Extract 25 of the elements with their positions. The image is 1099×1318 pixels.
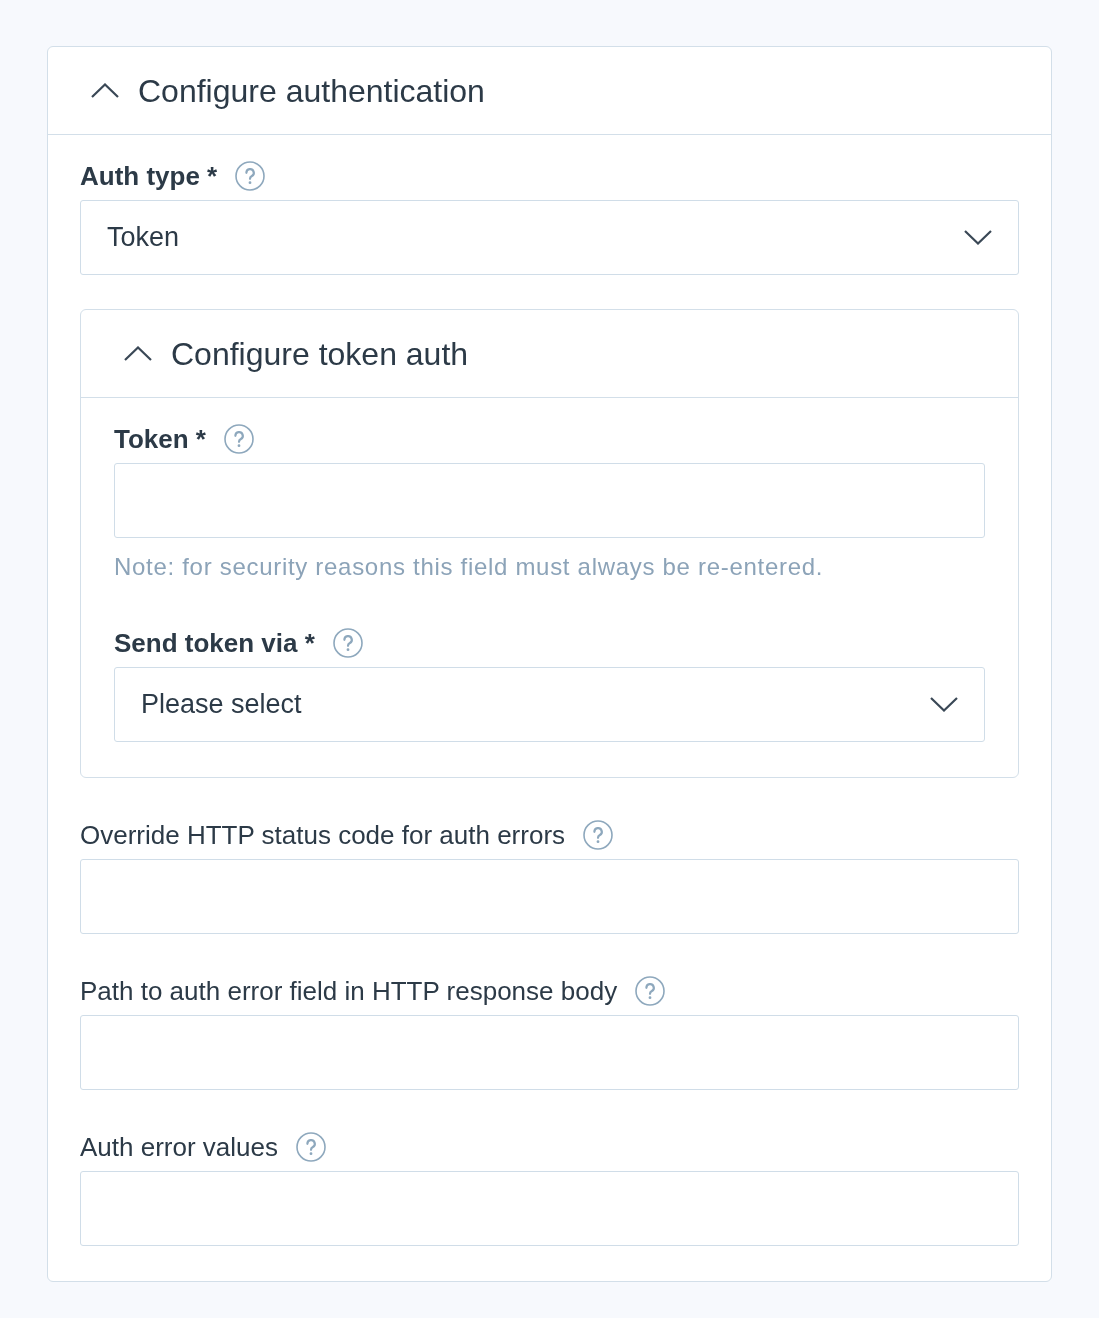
text-input[interactable] <box>114 463 985 538</box>
text-input[interactable] <box>80 1015 1019 1090</box>
field-label: Path to auth error field in HTTP response body <box>80 975 618 1007</box>
help-icon[interactable] <box>235 161 266 191</box>
chevron-up-icon <box>124 346 152 361</box>
section-header[interactable]: Configure authentication <box>48 47 1051 135</box>
field-note: Note: for security reasons this field must always be re-entered. <box>114 552 825 582</box>
text-input[interactable] <box>80 859 1019 934</box>
help-icon[interactable] <box>224 424 254 454</box>
help-icon[interactable] <box>332 628 363 658</box>
text-input[interactable] <box>80 1171 1019 1246</box>
section-header[interactable]: Configure token auth <box>81 310 1018 398</box>
help-icon[interactable] <box>583 820 614 850</box>
chevron-down-icon <box>964 230 992 245</box>
chevron-up-icon <box>91 83 119 98</box>
dropdown-select[interactable]: Please select <box>114 667 985 742</box>
help-icon[interactable] <box>296 1132 326 1162</box>
chevron-down-icon <box>930 697 958 712</box>
field-label: Token * <box>114 423 206 455</box>
dropdown-select[interactable]: Token <box>80 200 1019 275</box>
field-label: Override HTTP status code for auth errors <box>80 819 566 851</box>
field-label: Send token via * <box>114 627 315 659</box>
field-label: Auth error values <box>80 1131 278 1163</box>
help-icon[interactable] <box>635 976 666 1006</box>
field-label: Auth type * <box>80 160 218 192</box>
